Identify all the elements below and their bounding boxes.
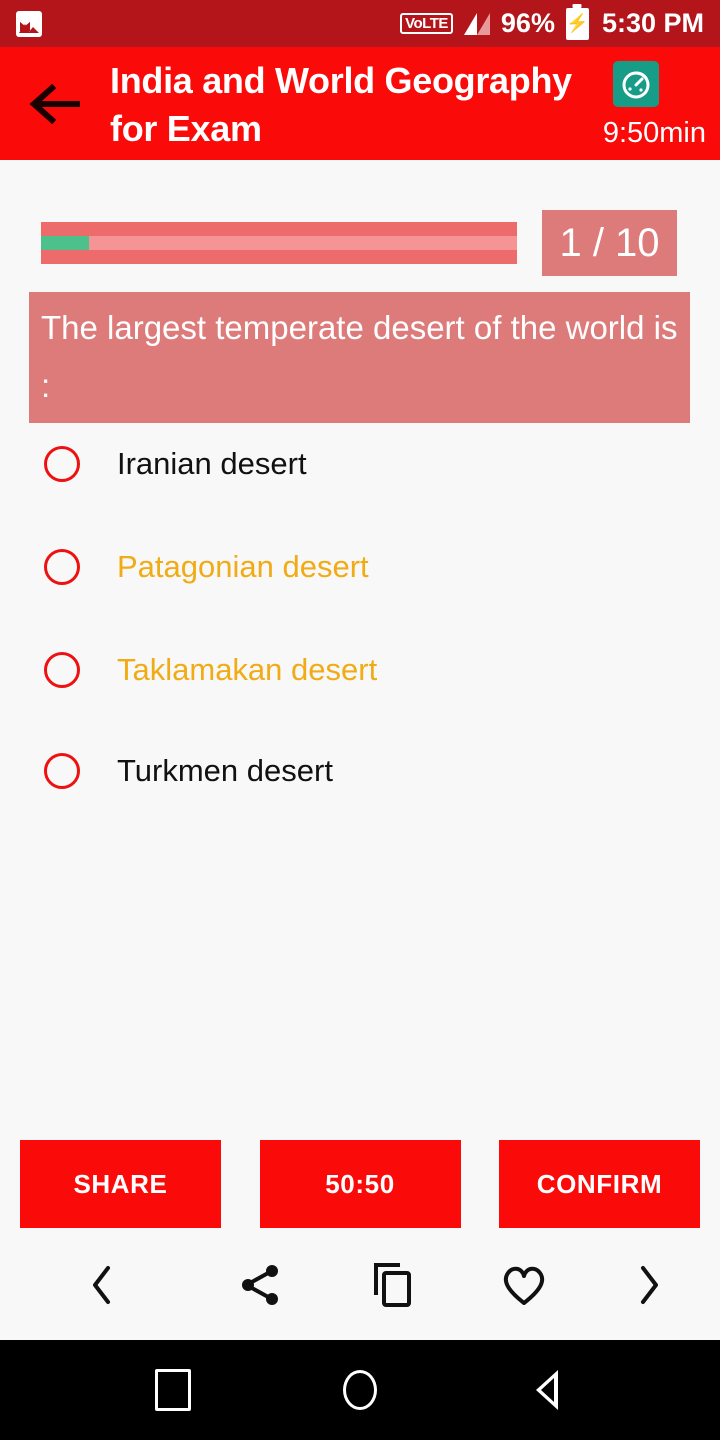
action-buttons: SHARE 50:50 CONFIRM xyxy=(0,1140,720,1228)
share-icon[interactable] xyxy=(210,1262,310,1308)
page-title: India and World Geography for Exam xyxy=(110,60,572,149)
circle-home-icon[interactable] xyxy=(330,1360,390,1420)
chevron-left-icon[interactable] xyxy=(52,1265,152,1305)
share-button[interactable]: SHARE xyxy=(20,1140,221,1228)
android-nav-bar xyxy=(0,1340,720,1440)
volte-badge: VoLTE xyxy=(400,13,453,34)
copy-icon[interactable] xyxy=(342,1261,442,1309)
chevron-right-icon[interactable] xyxy=(604,1265,694,1305)
triangle-back-icon[interactable] xyxy=(517,1360,577,1420)
confirm-button[interactable]: CONFIRM xyxy=(499,1140,700,1228)
question-counter: 1 / 10 xyxy=(542,210,677,276)
status-bar-clock: 5:30 PM xyxy=(601,8,704,38)
status-bar: VoLTE 96% ⚡ 5:30 PM xyxy=(0,0,720,47)
progress-fill xyxy=(41,236,89,250)
progress-track xyxy=(41,236,517,250)
app-header: India and World Geography for Exam 9:50m… xyxy=(0,47,720,160)
question-text: The largest temperate desert of the worl… xyxy=(29,292,690,423)
radio-button-icon[interactable] xyxy=(44,752,80,789)
option-row[interactable]: Iranian desert xyxy=(0,432,720,495)
photo-icon xyxy=(16,10,42,37)
battery-percent-label: 96% xyxy=(500,8,555,38)
radio-button-icon[interactable] xyxy=(44,445,80,482)
signal-bars-icon xyxy=(463,12,490,35)
option-label: Taklamakan desert xyxy=(117,652,378,687)
header-body: India and World Geography for Exam 9:50m… xyxy=(110,47,720,160)
options-list: Iranian desert Patagonian desert Taklamaka… xyxy=(0,432,720,802)
option-row[interactable]: Turkmen desert xyxy=(0,739,720,802)
option-label: Iranian desert xyxy=(117,446,307,481)
timer-remaining-label: 9:50min xyxy=(602,117,706,149)
option-row[interactable]: Patagonian desert xyxy=(0,535,720,598)
photo-icon-glyph xyxy=(19,21,39,33)
status-bar-left xyxy=(16,10,42,37)
app-screen: VoLTE 96% ⚡ 5:30 PM India and World Geog… xyxy=(0,0,720,1440)
radio-button-icon[interactable] xyxy=(44,651,80,688)
battery-charging-icon: ⚡ xyxy=(565,7,589,40)
fifty-fifty-button[interactable]: 50:50 xyxy=(259,1140,461,1228)
back-arrow-icon[interactable] xyxy=(0,47,110,160)
heart-outline-icon[interactable] xyxy=(474,1263,574,1307)
bottom-toolbar xyxy=(0,1240,720,1330)
timer-icon[interactable] xyxy=(613,61,659,107)
progress-row: 1 / 10 xyxy=(0,210,720,276)
status-bar-right: VoLTE 96% ⚡ 5:30 PM xyxy=(400,7,704,40)
option-row[interactable]: Taklamakan desert xyxy=(0,638,720,701)
square-recents-icon[interactable] xyxy=(143,1360,203,1420)
option-label: Patagonian desert xyxy=(117,549,369,584)
quiz-progress-bar xyxy=(41,222,517,264)
option-label: Turkmen desert xyxy=(117,753,333,788)
radio-button-icon[interactable] xyxy=(44,548,80,585)
